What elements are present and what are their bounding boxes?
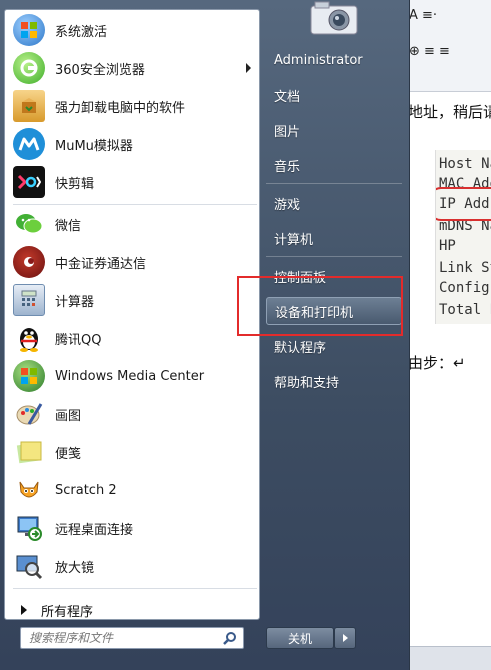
search-input[interactable]	[29, 629, 219, 647]
program-item[interactable]: 远程桌面连接	[9, 510, 257, 546]
ribbon-toolbar: A ≡· ⊕ ≡ ≡	[405, 0, 491, 92]
program-item[interactable]: 画图	[9, 396, 257, 432]
highlight-annotation-box	[237, 276, 403, 336]
program-item[interactable]: 快剪辑	[9, 164, 257, 200]
paint-icon	[13, 398, 45, 430]
music-link[interactable]: 音乐	[266, 151, 402, 179]
computer-link[interactable]: 计算机	[266, 224, 402, 252]
terminal-line: Config	[439, 280, 490, 296]
program-label: 微信	[55, 218, 82, 234]
program-label: 腾讯QQ	[55, 332, 102, 348]
windows-activation-icon	[13, 14, 45, 46]
shutdown-options-button[interactable]	[334, 627, 356, 649]
expand-arrow-icon	[21, 605, 27, 615]
terminal-line: HP	[439, 238, 456, 254]
document-text-line: 地址，稍后请	[408, 103, 491, 121]
program-label: 便笺	[55, 446, 82, 462]
sticky-notes-icon	[13, 436, 45, 468]
magnifier-icon	[13, 550, 45, 582]
programs-pane: 系统激活 360安全浏览器 强力卸载电脑中的软件 MuMu模拟器 快剪辑 微信 …	[4, 9, 260, 620]
media-center-icon	[13, 360, 45, 392]
program-label: Scratch 2	[55, 482, 117, 498]
program-label: MuMu模拟器	[55, 138, 133, 154]
program-label: 画图	[55, 408, 82, 424]
program-item[interactable]: Scratch 2	[9, 472, 257, 508]
program-item[interactable]: 强力卸载电脑中的软件	[9, 88, 257, 124]
program-item[interactable]: 中金证券通达信	[9, 244, 257, 280]
terminal-line: Total P	[439, 302, 491, 318]
shutdown-button[interactable]: 关机	[266, 627, 334, 649]
help-and-support-link[interactable]: 帮助和支持	[266, 367, 402, 395]
program-label: 360安全浏览器	[55, 62, 145, 78]
default-programs-link[interactable]: 默认程序	[266, 332, 402, 360]
uninstall-box-icon	[13, 90, 45, 122]
program-label: 中金证券通达信	[55, 256, 147, 272]
start-menu: 系统激活 360安全浏览器 强力卸载电脑中的软件 MuMu模拟器 快剪辑 微信 …	[0, 0, 410, 670]
program-label: 系统激活	[55, 24, 108, 40]
tongdaxin-icon	[13, 246, 45, 278]
wechat-icon	[13, 208, 45, 240]
program-item-360-browser[interactable]: 360安全浏览器	[9, 50, 257, 86]
program-label: 快剪辑	[55, 176, 95, 192]
ribbon-row-2[interactable]: ⊕ ≡ ≡	[409, 44, 450, 59]
scratch-cat-icon	[13, 474, 45, 506]
program-item[interactable]: 腾讯QQ	[9, 320, 257, 356]
program-item[interactable]: 放大镜	[9, 548, 257, 584]
qq-penguin-icon	[13, 322, 45, 354]
terminal-line: Link St	[439, 260, 491, 276]
all-programs-label: 所有程序	[41, 604, 94, 620]
pictures-link[interactable]: 图片	[266, 116, 402, 144]
games-link[interactable]: 游戏	[266, 189, 402, 217]
separator	[266, 183, 402, 184]
ip-address-highlight	[436, 187, 491, 221]
ribbon-row-1[interactable]: A ≡·	[409, 8, 437, 23]
browser-360-icon	[13, 52, 45, 84]
kuaijianji-icon	[13, 166, 45, 198]
documents-link[interactable]: 文档	[266, 81, 402, 109]
separator	[13, 588, 257, 589]
submenu-arrow-icon[interactable]	[246, 63, 251, 73]
program-item[interactable]: 系统激活	[9, 12, 257, 48]
user-picture-camera-icon[interactable]	[307, 0, 363, 36]
separator	[266, 256, 402, 257]
program-item[interactable]: MuMu模拟器	[9, 126, 257, 162]
separator	[13, 204, 257, 205]
document-text-line: 由步：↵	[408, 354, 466, 372]
program-label: 计算器	[55, 294, 95, 310]
program-item[interactable]: 微信	[9, 206, 257, 242]
document-terminal-screenshot: Host Na MAC Add IP Addr mDNS Na HP Link …	[435, 150, 491, 324]
calculator-icon	[13, 284, 45, 316]
user-name-link[interactable]: Administrator	[266, 46, 402, 74]
program-item[interactable]: 便笺	[9, 434, 257, 470]
program-label: 强力卸载电脑中的软件	[55, 100, 186, 116]
program-label: 远程桌面连接	[55, 522, 134, 538]
all-programs-button[interactable]: 所有程序	[13, 596, 257, 624]
program-item[interactable]: 计算器	[9, 282, 257, 318]
program-item[interactable]: Windows Media Center	[9, 358, 257, 394]
mumu-icon	[13, 128, 45, 160]
search-icon[interactable]	[223, 631, 237, 645]
search-box[interactable]	[20, 627, 244, 649]
program-label: 放大镜	[55, 560, 95, 576]
terminal-line: Host Na	[439, 156, 491, 172]
program-label: Windows Media Center	[55, 368, 205, 384]
remote-desktop-icon	[13, 512, 45, 544]
chevron-right-icon	[342, 634, 348, 642]
status-bar	[405, 646, 491, 670]
